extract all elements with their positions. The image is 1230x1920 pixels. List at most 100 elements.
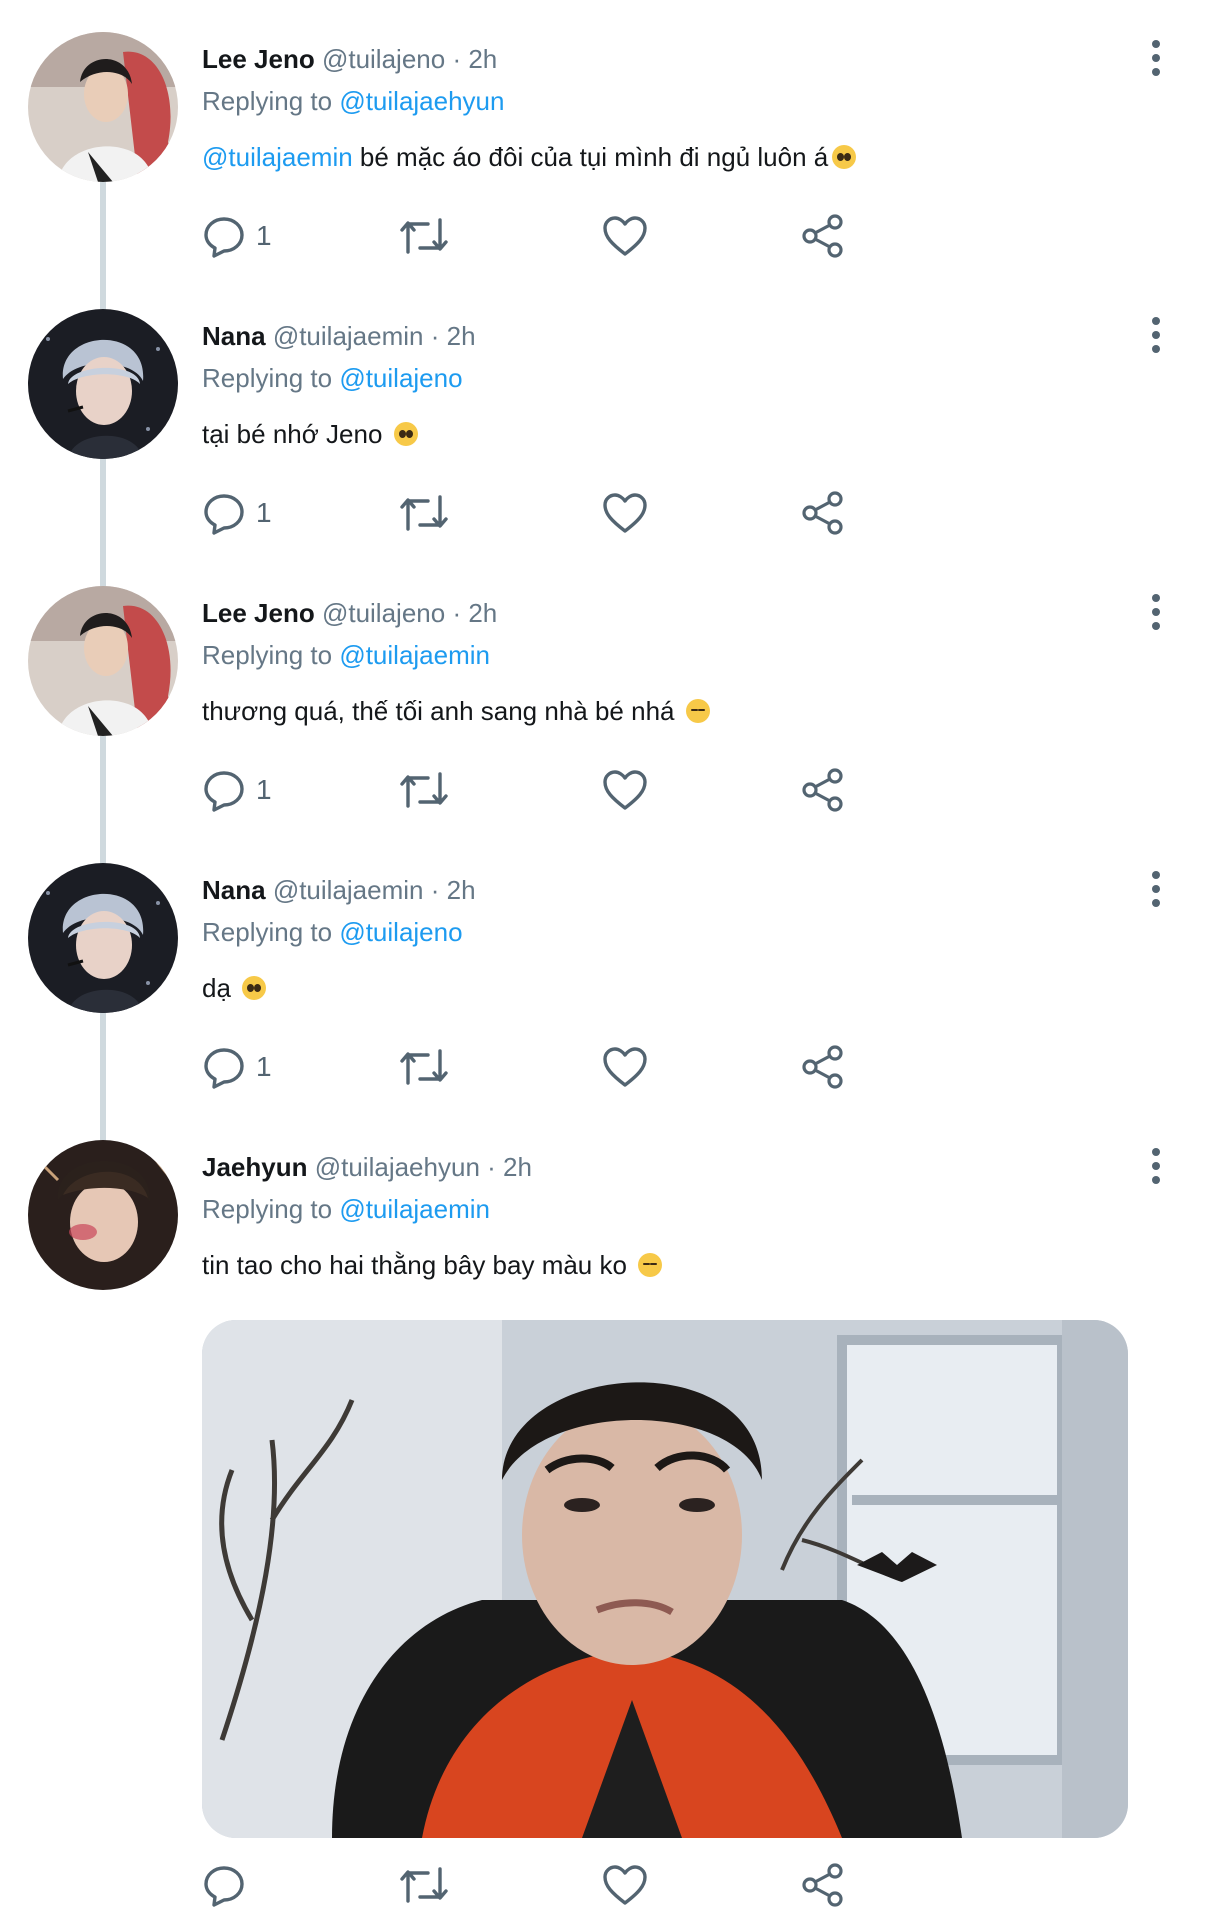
avatar[interactable] bbox=[28, 1140, 178, 1290]
tweet[interactable]: Lee Jeno @tuilajeno · 2h Replying to @tu… bbox=[0, 552, 1230, 864]
tweet-actions: 1 bbox=[202, 206, 1022, 266]
share-icon bbox=[800, 767, 846, 813]
reply-count: 1 bbox=[256, 497, 272, 528]
share-button[interactable] bbox=[800, 1037, 846, 1097]
reply-count: 1 bbox=[256, 1051, 272, 1082]
user-handle[interactable]: @tuilajaemin bbox=[273, 321, 424, 351]
replying-to-mention[interactable]: @tuilajeno bbox=[339, 917, 462, 947]
reply-icon bbox=[202, 1863, 246, 1907]
tweet-header: Nana @tuilajaemin · 2h bbox=[202, 873, 476, 907]
like-button[interactable] bbox=[602, 206, 648, 266]
retweet-button[interactable] bbox=[398, 1855, 450, 1915]
more-options-icon[interactable] bbox=[1148, 315, 1164, 355]
share-icon bbox=[800, 490, 846, 536]
timestamp[interactable]: · 2h bbox=[431, 321, 476, 351]
tweet-text-content: tin tao cho hai thằng bây bay màu ko bbox=[202, 1250, 627, 1280]
tweet[interactable]: Nana @tuilajaemin · 2h Replying to @tuil… bbox=[0, 275, 1230, 587]
avatar[interactable] bbox=[28, 586, 178, 736]
reply-icon bbox=[202, 768, 246, 812]
tweet-actions: 1 bbox=[202, 483, 1022, 543]
replying-to-label: Replying to bbox=[202, 640, 333, 670]
pensive-face-emoji-icon bbox=[638, 1253, 663, 1277]
replying-to-label: Replying to bbox=[202, 1194, 333, 1224]
display-name[interactable]: Nana bbox=[202, 321, 266, 351]
user-handle[interactable]: @tuilajeno bbox=[322, 44, 445, 74]
reply-button[interactable]: 1 bbox=[202, 760, 272, 820]
tweet-actions bbox=[202, 1855, 1022, 1915]
replying-to-label: Replying to bbox=[202, 86, 333, 116]
reply-button[interactable]: 1 bbox=[202, 1037, 272, 1097]
text-mention[interactable]: @tuilajaemin bbox=[202, 142, 353, 172]
tweet-header: Lee Jeno @tuilajeno · 2h bbox=[202, 596, 497, 630]
tweet-text-content: bé mặc áo đôi của tụi mình đi ngủ luôn á bbox=[352, 142, 829, 172]
share-button[interactable] bbox=[800, 483, 846, 543]
display-name[interactable]: Nana bbox=[202, 875, 266, 905]
tweet-header: Lee Jeno @tuilajeno · 2h bbox=[202, 42, 497, 76]
heart-icon bbox=[602, 491, 648, 535]
heart-icon bbox=[602, 214, 648, 258]
like-button[interactable] bbox=[602, 483, 648, 543]
pleading-face-emoji-icon bbox=[832, 145, 857, 169]
replying-to-mention[interactable]: @tuilajaemin bbox=[339, 640, 490, 670]
more-options-icon[interactable] bbox=[1148, 592, 1164, 632]
share-icon bbox=[800, 1044, 846, 1090]
replying-to: Replying to @tuilajeno bbox=[202, 361, 463, 395]
timestamp[interactable]: · 2h bbox=[452, 598, 497, 628]
reply-count: 1 bbox=[256, 774, 272, 805]
more-options-icon[interactable] bbox=[1148, 38, 1164, 78]
timestamp[interactable]: · 2h bbox=[431, 875, 476, 905]
pensive-face-emoji-icon bbox=[685, 699, 710, 723]
photo-attachment[interactable] bbox=[202, 1320, 1128, 1838]
reply-button[interactable]: 1 bbox=[202, 483, 272, 543]
reply-button[interactable] bbox=[202, 1855, 256, 1915]
tweet[interactable]: Nana @tuilajaemin · 2h Replying to @tuil… bbox=[0, 829, 1230, 1141]
tweet[interactable]: Lee Jeno @tuilajeno · 2h Replying to @tu… bbox=[0, 0, 1230, 310]
like-button[interactable] bbox=[602, 1855, 648, 1915]
retweet-button[interactable] bbox=[398, 483, 450, 543]
tweet-text: @tuilajaemin bé mặc áo đôi của tụi mình … bbox=[202, 140, 857, 174]
retweet-icon bbox=[398, 768, 450, 812]
heart-icon bbox=[602, 1045, 648, 1089]
retweet-button[interactable] bbox=[398, 1037, 450, 1097]
timestamp[interactable]: · 2h bbox=[487, 1152, 532, 1182]
share-button[interactable] bbox=[800, 760, 846, 820]
replying-to: Replying to @tuilajaehyun bbox=[202, 84, 504, 118]
display-name[interactable]: Lee Jeno bbox=[202, 44, 315, 74]
tweet-thread: Lee Jeno @tuilajeno · 2h Replying to @tu… bbox=[0, 0, 1230, 1920]
replying-to-label: Replying to bbox=[202, 917, 333, 947]
tweet-text-content: thương quá, thế tối anh sang nhà bé nhá bbox=[202, 696, 675, 726]
avatar[interactable] bbox=[28, 32, 178, 182]
more-options-icon[interactable] bbox=[1148, 869, 1164, 909]
retweet-button[interactable] bbox=[398, 206, 450, 266]
replying-to: Replying to @tuilajaemin bbox=[202, 638, 490, 672]
pleading-face-emoji-icon bbox=[242, 976, 267, 1000]
retweet-button[interactable] bbox=[398, 760, 450, 820]
tweet-actions: 1 bbox=[202, 760, 1022, 820]
share-button[interactable] bbox=[800, 1855, 846, 1915]
user-handle[interactable]: @tuilajeno bbox=[322, 598, 445, 628]
tweet-text: thương quá, thế tối anh sang nhà bé nhá bbox=[202, 694, 710, 728]
replying-to-mention[interactable]: @tuilajaehyun bbox=[339, 86, 504, 116]
user-handle[interactable]: @tuilajaehyun bbox=[315, 1152, 480, 1182]
reply-button[interactable]: 1 bbox=[202, 206, 272, 266]
display-name[interactable]: Lee Jeno bbox=[202, 598, 315, 628]
timestamp[interactable]: · 2h bbox=[452, 44, 497, 74]
like-button[interactable] bbox=[602, 760, 648, 820]
avatar[interactable] bbox=[28, 309, 178, 459]
tweet[interactable]: Jaehyun @tuilajaehyun · 2h Replying to @… bbox=[0, 1106, 1230, 1920]
display-name[interactable]: Jaehyun bbox=[202, 1152, 308, 1182]
replying-to-mention[interactable]: @tuilajeno bbox=[339, 363, 462, 393]
replying-to-mention[interactable]: @tuilajaemin bbox=[339, 1194, 490, 1224]
like-button[interactable] bbox=[602, 1037, 648, 1097]
retweet-icon bbox=[398, 214, 450, 258]
share-button[interactable] bbox=[800, 206, 846, 266]
tweet-header: Nana @tuilajaemin · 2h bbox=[202, 319, 476, 353]
thread-connector-line bbox=[100, 1106, 106, 1142]
thread-connector-line bbox=[100, 552, 106, 588]
avatar[interactable] bbox=[28, 863, 178, 1013]
tweet-header: Jaehyun @tuilajaehyun · 2h bbox=[202, 1150, 532, 1184]
tweet-text: tại bé nhớ Jeno bbox=[202, 417, 418, 451]
user-handle[interactable]: @tuilajaemin bbox=[273, 875, 424, 905]
more-options-icon[interactable] bbox=[1148, 1146, 1164, 1186]
thread-connector-line bbox=[100, 275, 106, 311]
